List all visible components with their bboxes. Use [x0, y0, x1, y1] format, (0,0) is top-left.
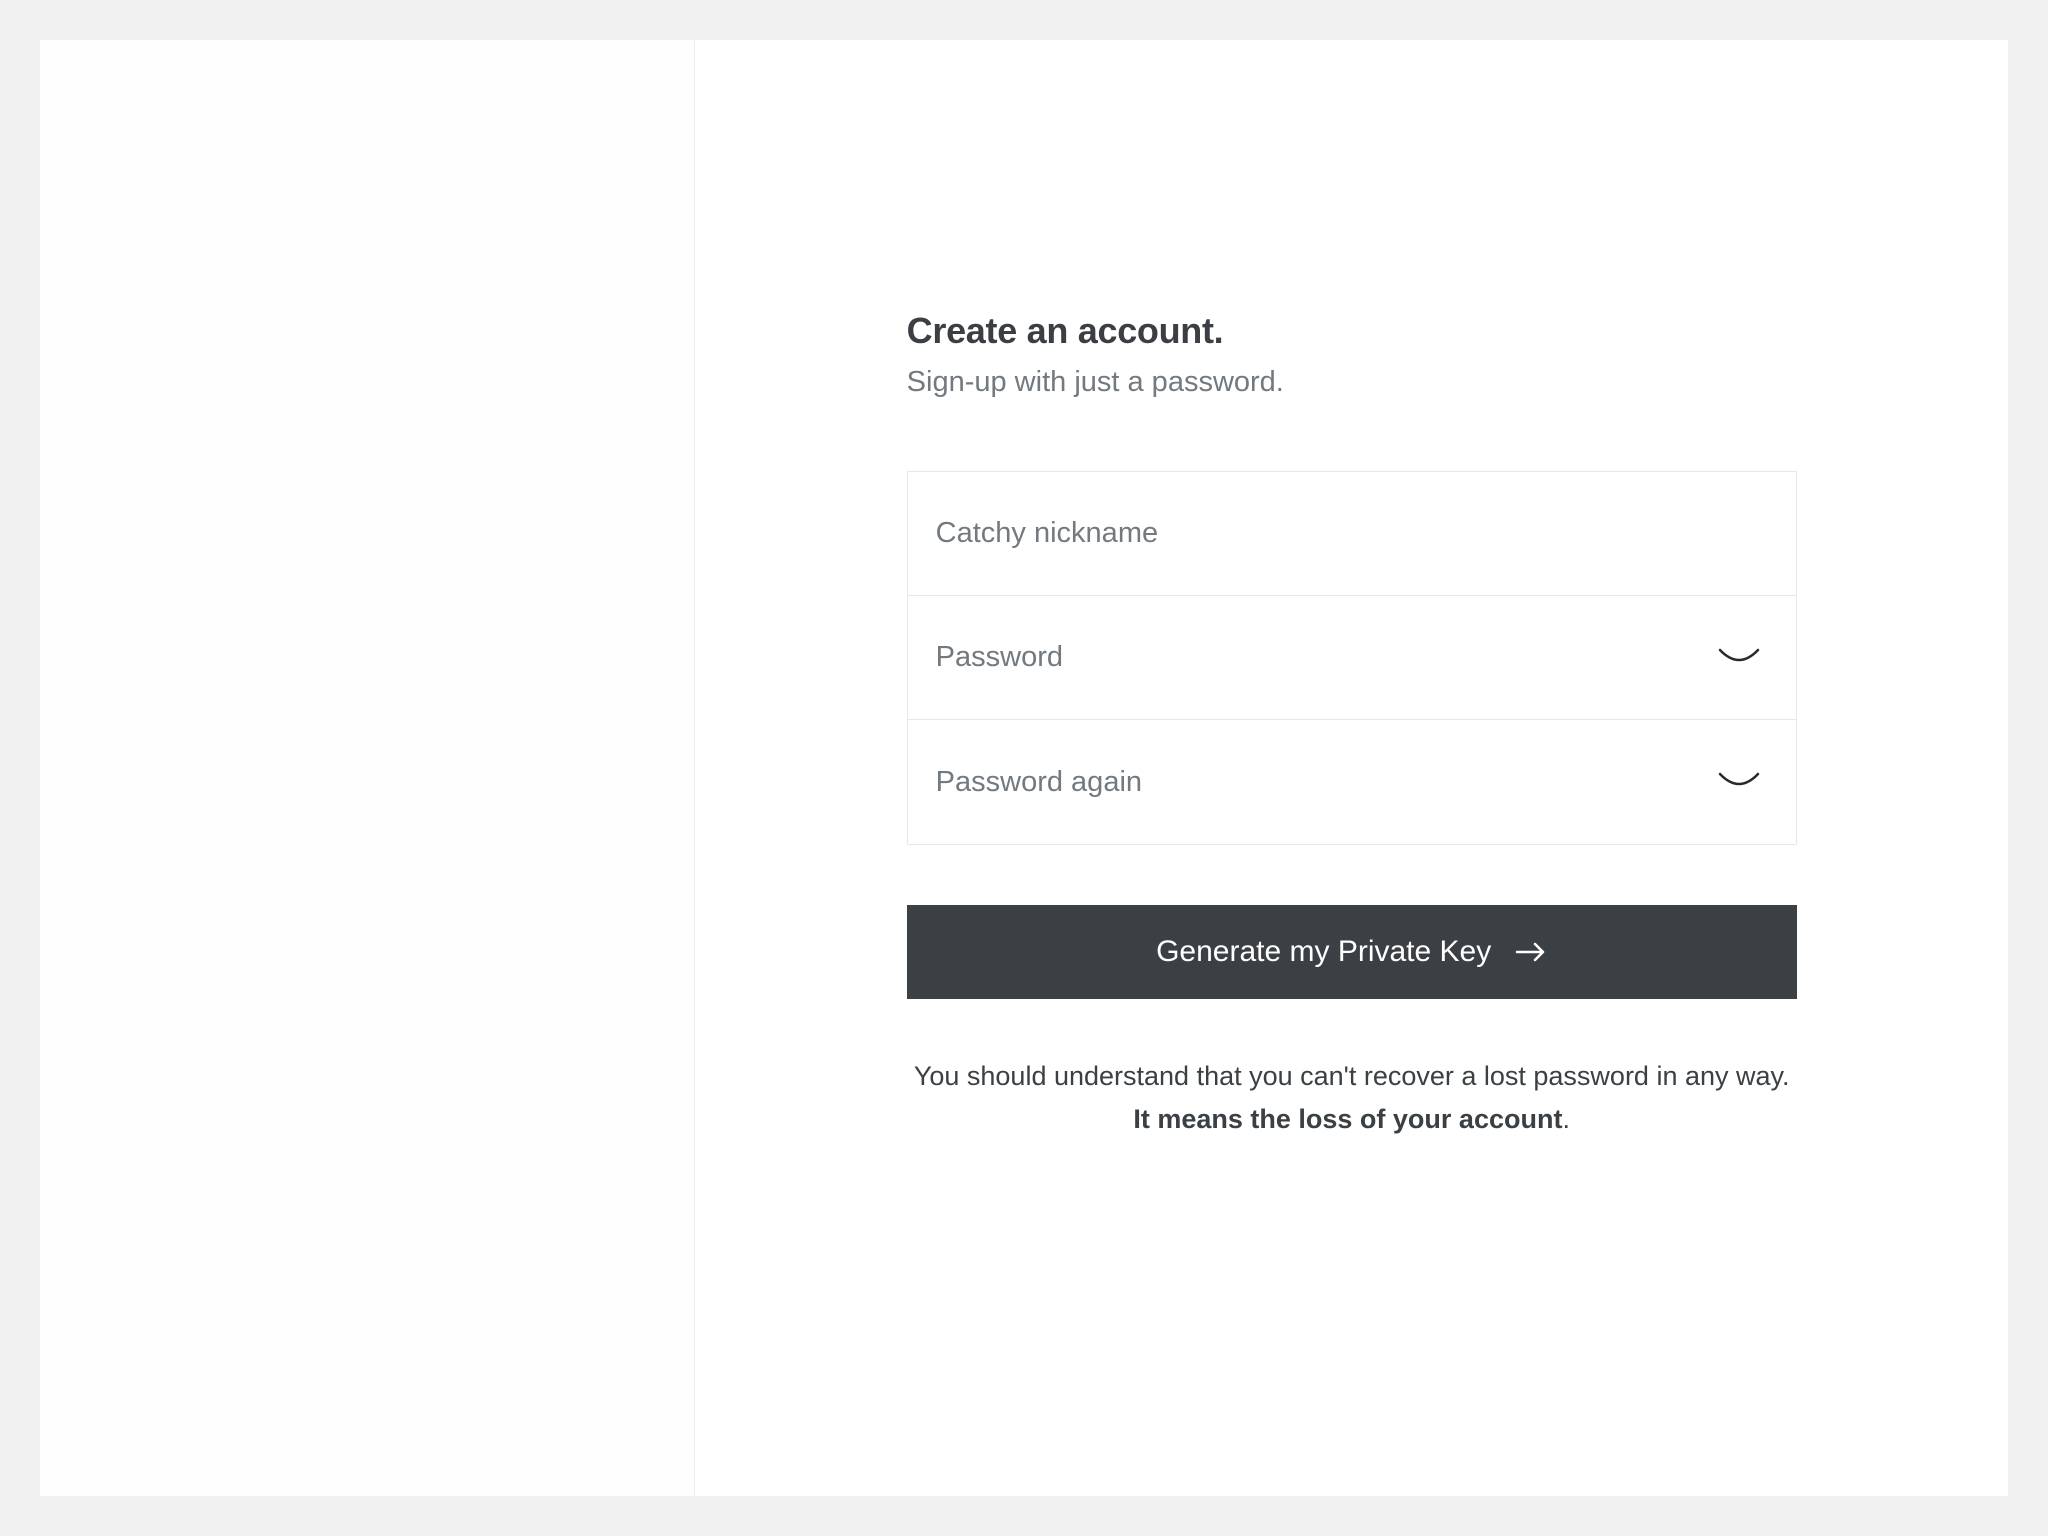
password-input[interactable]: [936, 641, 1710, 674]
input-group: [907, 471, 1797, 845]
main-panel: Create an account. Sign-up with just a p…: [695, 40, 2008, 1496]
disclaimer-strong: It means the loss of your account: [1133, 1104, 1562, 1134]
sidebar-panel: [40, 40, 695, 1496]
nickname-row: [908, 472, 1796, 596]
disclaimer-before: You should understand that you can't rec…: [914, 1061, 1790, 1091]
submit-label: Generate my Private Key: [1156, 935, 1491, 969]
page-subtitle: Sign-up with just a password.: [907, 366, 1797, 399]
password-confirm-row: [908, 720, 1796, 844]
page-title: Create an account.: [907, 310, 1797, 352]
arrow-right-icon: [1515, 940, 1547, 964]
signup-form: Create an account. Sign-up with just a p…: [907, 310, 1797, 1141]
eye-toggle-icon[interactable]: [1710, 762, 1768, 802]
generate-key-button[interactable]: Generate my Private Key: [907, 905, 1797, 999]
page-container: Create an account. Sign-up with just a p…: [40, 40, 2008, 1496]
nickname-input[interactable]: [936, 517, 1768, 550]
eye-toggle-icon[interactable]: [1710, 638, 1768, 678]
disclaimer-text: You should understand that you can't rec…: [907, 1055, 1797, 1141]
disclaimer-after: .: [1562, 1104, 1570, 1134]
password-row: [908, 596, 1796, 720]
password-confirm-input[interactable]: [936, 766, 1710, 799]
